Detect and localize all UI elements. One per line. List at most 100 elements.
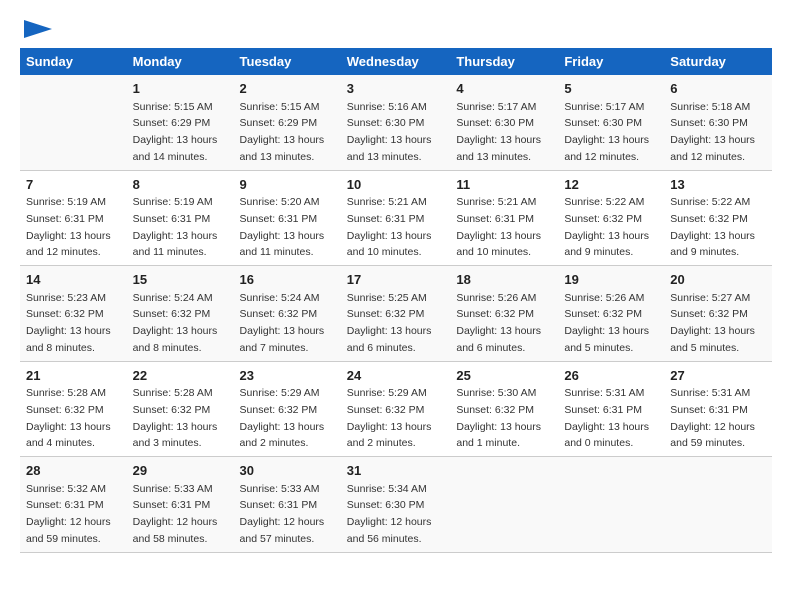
- daylight-text: Daylight: 13 hours and 14 minutes.: [133, 134, 218, 163]
- logo-arrow-icon: [24, 20, 52, 38]
- page-header: [20, 20, 772, 38]
- sunset-text: Sunset: 6:31 PM: [133, 499, 211, 511]
- day-number: 17: [347, 270, 445, 290]
- day-number: 4: [456, 79, 552, 99]
- sunset-text: Sunset: 6:31 PM: [670, 404, 748, 416]
- table-row: [450, 457, 558, 553]
- daylight-text: Daylight: 13 hours and 12 minutes.: [670, 134, 755, 163]
- table-row: 29 Sunrise: 5:33 AM Sunset: 6:31 PM Dayl…: [127, 457, 234, 553]
- daylight-text: Daylight: 13 hours and 0 minutes.: [564, 421, 649, 450]
- table-row: 31 Sunrise: 5:34 AM Sunset: 6:30 PM Dayl…: [341, 457, 451, 553]
- table-row: 30 Sunrise: 5:33 AM Sunset: 6:31 PM Dayl…: [234, 457, 341, 553]
- sunrise-text: Sunrise: 5:19 AM: [26, 196, 106, 208]
- table-row: [20, 75, 127, 170]
- sunset-text: Sunset: 6:32 PM: [347, 308, 425, 320]
- day-number: 2: [240, 79, 335, 99]
- calendar-week-row: 14 Sunrise: 5:23 AM Sunset: 6:32 PM Dayl…: [20, 266, 772, 362]
- daylight-text: Daylight: 13 hours and 13 minutes.: [347, 134, 432, 163]
- day-number: 28: [26, 461, 121, 481]
- table-row: 18 Sunrise: 5:26 AM Sunset: 6:32 PM Dayl…: [450, 266, 558, 362]
- table-row: 28 Sunrise: 5:32 AM Sunset: 6:31 PM Dayl…: [20, 457, 127, 553]
- day-number: 6: [670, 79, 766, 99]
- sunrise-text: Sunrise: 5:33 AM: [240, 483, 320, 495]
- table-row: 19 Sunrise: 5:26 AM Sunset: 6:32 PM Dayl…: [558, 266, 664, 362]
- daylight-text: Daylight: 13 hours and 8 minutes.: [26, 325, 111, 354]
- sunset-text: Sunset: 6:32 PM: [456, 404, 534, 416]
- table-row: 15 Sunrise: 5:24 AM Sunset: 6:32 PM Dayl…: [127, 266, 234, 362]
- daylight-text: Daylight: 13 hours and 6 minutes.: [347, 325, 432, 354]
- sunrise-text: Sunrise: 5:17 AM: [564, 101, 644, 113]
- table-row: 8 Sunrise: 5:19 AM Sunset: 6:31 PM Dayli…: [127, 170, 234, 266]
- calendar-week-row: 1 Sunrise: 5:15 AM Sunset: 6:29 PM Dayli…: [20, 75, 772, 170]
- table-row: 2 Sunrise: 5:15 AM Sunset: 6:29 PM Dayli…: [234, 75, 341, 170]
- col-saturday: Saturday: [664, 48, 772, 75]
- sunrise-text: Sunrise: 5:34 AM: [347, 483, 427, 495]
- table-row: [558, 457, 664, 553]
- daylight-text: Daylight: 13 hours and 8 minutes.: [133, 325, 218, 354]
- daylight-text: Daylight: 13 hours and 2 minutes.: [240, 421, 325, 450]
- day-number: 22: [133, 366, 228, 386]
- day-number: 29: [133, 461, 228, 481]
- daylight-text: Daylight: 12 hours and 59 minutes.: [670, 421, 755, 450]
- sunrise-text: Sunrise: 5:27 AM: [670, 292, 750, 304]
- day-number: 19: [564, 270, 658, 290]
- sunrise-text: Sunrise: 5:33 AM: [133, 483, 213, 495]
- daylight-text: Daylight: 13 hours and 10 minutes.: [456, 230, 541, 259]
- day-number: 1: [133, 79, 228, 99]
- daylight-text: Daylight: 13 hours and 6 minutes.: [456, 325, 541, 354]
- day-number: 10: [347, 175, 445, 195]
- calendar-table: Sunday Monday Tuesday Wednesday Thursday…: [20, 48, 772, 553]
- sunrise-text: Sunrise: 5:31 AM: [564, 387, 644, 399]
- day-number: 9: [240, 175, 335, 195]
- daylight-text: Daylight: 13 hours and 7 minutes.: [240, 325, 325, 354]
- daylight-text: Daylight: 13 hours and 13 minutes.: [240, 134, 325, 163]
- table-row: 6 Sunrise: 5:18 AM Sunset: 6:30 PM Dayli…: [664, 75, 772, 170]
- col-monday: Monday: [127, 48, 234, 75]
- daylight-text: Daylight: 13 hours and 12 minutes.: [564, 134, 649, 163]
- table-row: 22 Sunrise: 5:28 AM Sunset: 6:32 PM Dayl…: [127, 361, 234, 457]
- sunset-text: Sunset: 6:32 PM: [26, 404, 104, 416]
- daylight-text: Daylight: 13 hours and 10 minutes.: [347, 230, 432, 259]
- sunrise-text: Sunrise: 5:26 AM: [564, 292, 644, 304]
- day-number: 27: [670, 366, 766, 386]
- calendar-header-row: Sunday Monday Tuesday Wednesday Thursday…: [20, 48, 772, 75]
- sunset-text: Sunset: 6:30 PM: [347, 499, 425, 511]
- day-number: 25: [456, 366, 552, 386]
- day-number: 18: [456, 270, 552, 290]
- sunrise-text: Sunrise: 5:19 AM: [133, 196, 213, 208]
- day-number: 7: [26, 175, 121, 195]
- day-number: 13: [670, 175, 766, 195]
- day-number: 24: [347, 366, 445, 386]
- col-friday: Friday: [558, 48, 664, 75]
- daylight-text: Daylight: 13 hours and 13 minutes.: [456, 134, 541, 163]
- day-number: 20: [670, 270, 766, 290]
- table-row: 12 Sunrise: 5:22 AM Sunset: 6:32 PM Dayl…: [558, 170, 664, 266]
- sunset-text: Sunset: 6:32 PM: [456, 308, 534, 320]
- day-number: 11: [456, 175, 552, 195]
- sunset-text: Sunset: 6:32 PM: [133, 308, 211, 320]
- daylight-text: Daylight: 12 hours and 57 minutes.: [240, 516, 325, 545]
- table-row: 27 Sunrise: 5:31 AM Sunset: 6:31 PM Dayl…: [664, 361, 772, 457]
- sunset-text: Sunset: 6:31 PM: [564, 404, 642, 416]
- table-row: 26 Sunrise: 5:31 AM Sunset: 6:31 PM Dayl…: [558, 361, 664, 457]
- daylight-text: Daylight: 13 hours and 9 minutes.: [670, 230, 755, 259]
- sunset-text: Sunset: 6:31 PM: [26, 213, 104, 225]
- sunrise-text: Sunrise: 5:21 AM: [347, 196, 427, 208]
- table-row: 5 Sunrise: 5:17 AM Sunset: 6:30 PM Dayli…: [558, 75, 664, 170]
- table-row: 13 Sunrise: 5:22 AM Sunset: 6:32 PM Dayl…: [664, 170, 772, 266]
- day-number: 31: [347, 461, 445, 481]
- sunset-text: Sunset: 6:29 PM: [240, 117, 318, 129]
- table-row: 14 Sunrise: 5:23 AM Sunset: 6:32 PM Dayl…: [20, 266, 127, 362]
- table-row: 10 Sunrise: 5:21 AM Sunset: 6:31 PM Dayl…: [341, 170, 451, 266]
- col-tuesday: Tuesday: [234, 48, 341, 75]
- day-number: 12: [564, 175, 658, 195]
- day-number: 21: [26, 366, 121, 386]
- daylight-text: Daylight: 13 hours and 11 minutes.: [133, 230, 218, 259]
- sunset-text: Sunset: 6:30 PM: [347, 117, 425, 129]
- sunset-text: Sunset: 6:29 PM: [133, 117, 211, 129]
- sunset-text: Sunset: 6:31 PM: [240, 499, 318, 511]
- sunrise-text: Sunrise: 5:28 AM: [133, 387, 213, 399]
- daylight-text: Daylight: 13 hours and 5 minutes.: [670, 325, 755, 354]
- day-number: 15: [133, 270, 228, 290]
- sunrise-text: Sunrise: 5:22 AM: [670, 196, 750, 208]
